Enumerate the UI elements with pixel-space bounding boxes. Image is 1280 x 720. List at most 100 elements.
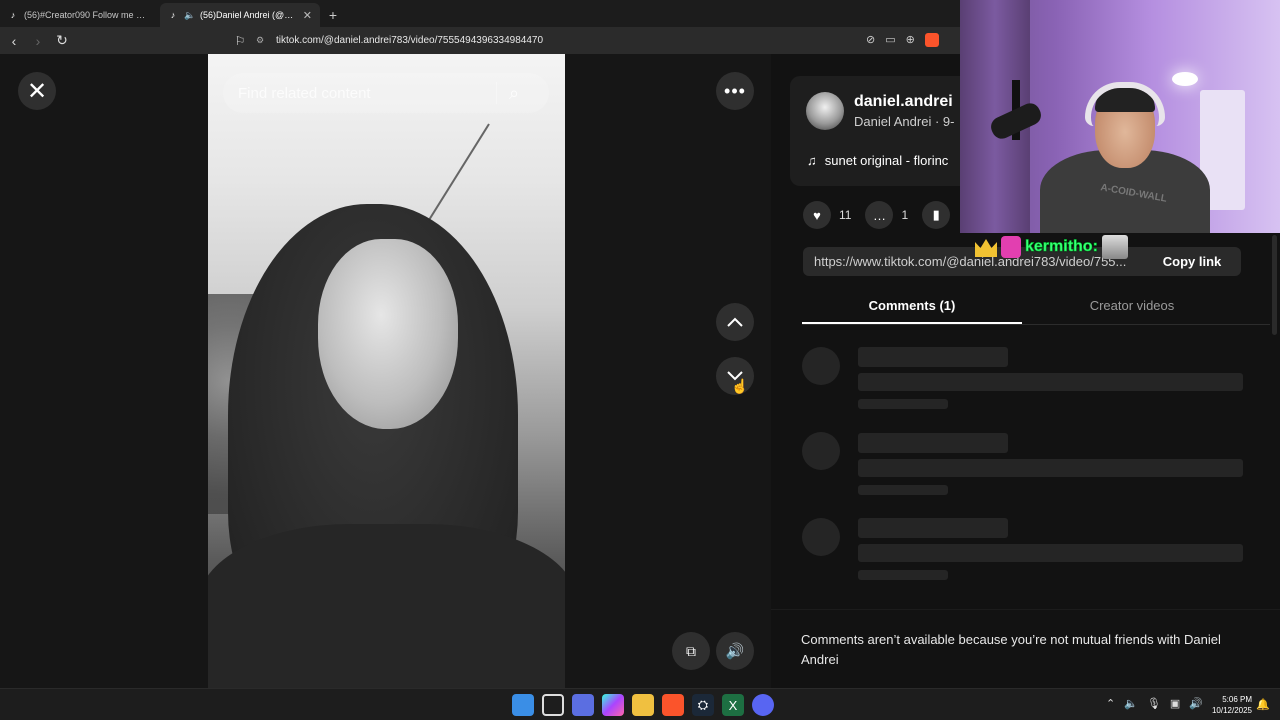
search-divider	[496, 82, 497, 104]
skeleton-line	[858, 373, 1243, 391]
system-tray: ⌃ 🔈 🎙 ▣ 🔊	[1106, 697, 1203, 710]
widgets-icon[interactable]	[572, 694, 594, 716]
reader-icon[interactable]: ▭	[885, 33, 895, 47]
music-title[interactable]: sunet original - florinc	[825, 153, 949, 168]
steam-icon[interactable]: ⛭	[692, 694, 714, 716]
skeleton-avatar	[802, 347, 840, 385]
bookmark-icon[interactable]: ▮	[922, 201, 951, 229]
more-icon: •••	[724, 80, 746, 101]
crown-badge-icon	[975, 239, 997, 257]
skeleton-line	[858, 485, 948, 495]
previous-video-button[interactable]	[716, 303, 754, 341]
skeleton-line	[858, 544, 1243, 562]
volume-icon[interactable]: 🔊	[1189, 697, 1203, 710]
skeleton-line	[858, 518, 1008, 538]
close-button[interactable]: ✕	[18, 72, 56, 110]
mouse-cursor-icon: ☝	[731, 378, 749, 394]
close-icon: ✕	[26, 77, 48, 105]
save-action[interactable]: ▮	[922, 201, 951, 229]
copy-link-button[interactable]: Copy link	[1143, 254, 1241, 269]
browser-tab-active[interactable]: ♪ 🔈 (56)Daniel Andrei (@daniel.an ✕	[160, 3, 320, 27]
music-note-icon: ♫	[807, 153, 817, 168]
search-placeholder[interactable]: Find related content	[238, 85, 496, 102]
skeleton-avatar	[802, 518, 840, 556]
browser-tab[interactable]: ♪ (56)#Creator090 Follow me 🍪 /6 | T	[0, 3, 160, 27]
new-tab-button[interactable]: +	[320, 3, 346, 27]
clock-time: 5:06 PM	[1222, 695, 1252, 704]
chevron-up-icon[interactable]: ⌃	[1106, 697, 1115, 710]
tracking-icon[interactable]: ⊘	[866, 33, 875, 47]
skeleton-line	[858, 347, 1008, 367]
taskbar-clock[interactable]: 5:06 PM 10/12/2025	[1206, 694, 1252, 716]
volume-button[interactable]: 🔊	[716, 632, 754, 670]
speaker-icon[interactable]: 🔈	[1124, 697, 1138, 710]
excel-icon[interactable]: X	[722, 694, 744, 716]
like-action[interactable]: ♥ 11	[803, 201, 851, 229]
taskbar-apps: ⛭ X	[512, 694, 774, 716]
tiktok-icon: ♪	[10, 10, 16, 20]
tab-creator-videos[interactable]: Creator videos	[1022, 290, 1242, 324]
windows-taskbar: ⛭ X ⌃ 🔈 🎙 ▣ 🔊 5:06 PM 10/12/2025 🔔	[0, 688, 1280, 720]
more-options-button[interactable]: •••	[716, 72, 754, 110]
comment-action[interactable]: … 1	[865, 201, 908, 229]
sub-badge-icon	[1001, 236, 1021, 258]
author-nickname: Daniel Andrei · 9-	[854, 114, 955, 129]
picture-in-picture-button[interactable]: ⧉	[672, 632, 710, 670]
cam-headset	[1085, 82, 1165, 126]
skeleton-line	[858, 459, 1243, 477]
zoom-icon[interactable]: ⊕	[906, 33, 915, 47]
tab-close-icon[interactable]: ✕	[303, 9, 312, 22]
speaker-icon: 🔈	[184, 10, 196, 20]
tab-comments[interactable]: Comments (1)	[802, 290, 1022, 324]
microphone-icon[interactable]: 🎙	[1147, 697, 1161, 710]
file-explorer-icon[interactable]	[632, 694, 654, 716]
search-icon[interactable]: ⌕	[509, 83, 549, 104]
network-icon[interactable]: ▣	[1170, 697, 1180, 710]
brave-browser-icon[interactable]	[662, 694, 684, 716]
address-bar[interactable]: ⚐ ⚙ tiktok.com/@daniel.andrei783/video/7…	[230, 30, 960, 51]
forward-button[interactable]: ›	[28, 31, 48, 51]
skeleton-avatar	[802, 432, 840, 470]
panel-scrollbar[interactable]	[1272, 235, 1277, 335]
discord-icon[interactable]	[752, 694, 774, 716]
back-button[interactable]: ‹	[4, 31, 24, 51]
site-info-icon[interactable]: ⚙	[256, 35, 272, 46]
reload-button[interactable]: ↻	[52, 31, 72, 51]
url-text[interactable]: tiktok.com/@daniel.andrei783/video/75554…	[276, 35, 543, 46]
cam-lamp	[1172, 72, 1198, 86]
copilot-icon[interactable]	[602, 694, 624, 716]
skeleton-line	[858, 399, 948, 409]
comment-icon[interactable]: …	[865, 201, 894, 229]
heart-icon[interactable]: ♥	[803, 201, 831, 229]
author-username[interactable]: daniel.andrei	[854, 93, 953, 111]
emote-icon	[1101, 235, 1128, 259]
chevron-up-icon	[727, 317, 743, 327]
tab-title: (56)Daniel Andrei (@daniel.an	[200, 10, 297, 20]
tiktok-icon: ♪	[170, 10, 176, 20]
author-avatar[interactable]	[806, 92, 844, 130]
clock-date: 10/12/2025	[1211, 706, 1252, 715]
address-bar-actions: ⊘ ▭ ⊕	[866, 33, 939, 47]
pip-icon: ⧉	[686, 642, 696, 659]
panel-tabs: Comments (1) Creator videos	[802, 290, 1270, 325]
video-face	[318, 239, 458, 429]
comments-unavailable-notice: Comments aren’t available because you’re…	[771, 609, 1280, 688]
tab-title: (56)#Creator090 Follow me 🍪 /6 | T	[24, 9, 152, 20]
windows-start-icon[interactable]	[512, 694, 534, 716]
skeleton-line	[858, 570, 948, 580]
skeleton-line	[858, 433, 1008, 453]
chat-username: kermitho:	[1025, 238, 1099, 256]
action-bar: ♥ 11 … 1 ▮	[803, 201, 964, 229]
music-info[interactable]: ♫ sunet original - florinc	[807, 153, 948, 168]
webcam-overlay: A-COID-WALL	[960, 0, 1280, 233]
bookmark-icon[interactable]: ⚐	[230, 34, 250, 48]
volume-icon: 🔊	[725, 643, 745, 660]
stream-chat-line: kermitho:	[975, 234, 1128, 260]
brave-shield-icon[interactable]	[924, 33, 939, 47]
notification-icon[interactable]: 🔔	[1256, 698, 1270, 711]
video-body	[208, 524, 565, 688]
comment-count: 1	[901, 208, 909, 222]
related-content-search[interactable]: Find related content ⌕	[223, 73, 549, 113]
task-view-icon[interactable]	[542, 694, 564, 716]
video-player[interactable]	[208, 54, 565, 688]
